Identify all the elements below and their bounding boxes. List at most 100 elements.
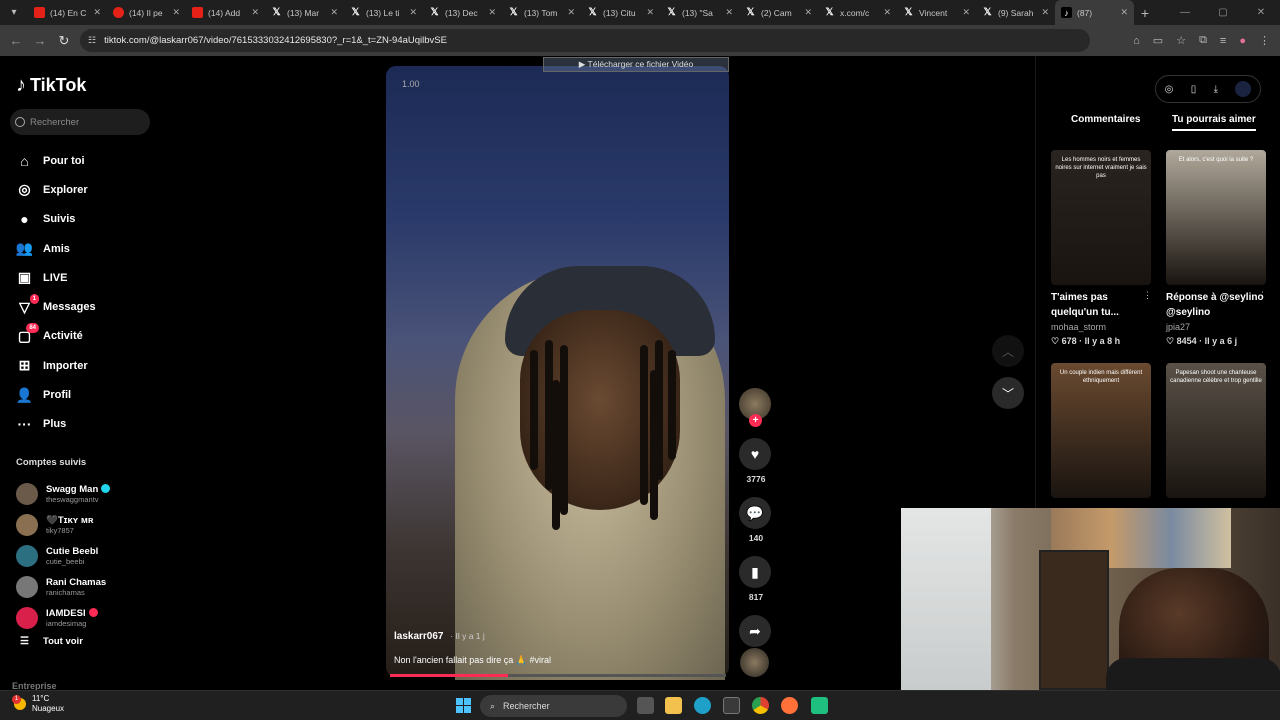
suggested-video-title[interactable]: T'aimes pas quelqu'un tu... <box>1051 290 1151 320</box>
tab-close-icon[interactable]: ✕ <box>883 7 891 18</box>
like-button[interactable]: ♥ <box>739 438 771 470</box>
task-view-icon[interactable] <box>637 697 654 714</box>
suggested-video-thumbnail[interactable]: Les hommes noirs et femmes noires sur in… <box>1051 150 1151 285</box>
browser-tab[interactable]: 𝕏x.com/c ✕ <box>818 0 897 25</box>
file-explorer-icon[interactable] <box>665 697 682 714</box>
video-username[interactable]: laskarr067 <box>394 631 444 642</box>
menu-icon[interactable]: ⋮ <box>1259 34 1270 47</box>
store-icon[interactable] <box>723 697 740 714</box>
followed-account[interactable]: IAMDESI iamdesimag <box>16 602 110 633</box>
previous-video-button[interactable]: ︿ <box>992 335 1024 367</box>
comment-button[interactable]: 💬 <box>739 497 771 529</box>
back-icon[interactable]: ← <box>4 33 28 48</box>
browser-tab[interactable]: 𝕏 (9) Sarah ✕ <box>976 0 1055 25</box>
translate-icon[interactable]: ⌂ <box>1133 35 1140 47</box>
suggested-video-thumbnail[interactable]: Papesan shoot une chanteuse canadienne c… <box>1166 363 1266 498</box>
browser-tab[interactable]: 𝕏 (13) Citu ✕ <box>581 0 660 25</box>
suggested-video-thumbnail[interactable]: Et alors, c'est quoi la suite ? <box>1166 150 1266 285</box>
cast-icon[interactable]: ▭ <box>1153 34 1163 47</box>
save-button[interactable]: ▮ <box>739 556 771 588</box>
user-avatar[interactable] <box>1235 81 1252 97</box>
tab-comments[interactable]: Commentaires <box>1071 114 1140 125</box>
sidebar-item-explorer[interactable]: ◎ Explorer <box>15 175 96 204</box>
minimize-icon[interactable]: — <box>1166 0 1204 25</box>
tab-close-icon[interactable]: ✕ <box>330 7 338 18</box>
creator-avatar[interactable]: + <box>739 388 771 427</box>
more-options-icon[interactable]: ⋮ <box>1258 290 1267 301</box>
tiktok-logo[interactable]: ♪ TikTok <box>16 74 86 97</box>
search-input[interactable]: Rechercher <box>10 109 150 135</box>
more-options-icon[interactable]: ⋮ <box>1143 290 1152 301</box>
tab-close-icon[interactable]: ✕ <box>567 7 575 18</box>
browser-tab[interactable]: (14) En C ✕ <box>28 0 107 25</box>
edge-icon[interactable] <box>694 697 711 714</box>
followed-account[interactable]: Cutie Beebl cutie_beebi <box>16 540 110 571</box>
sidebar-item-profil[interactable]: 👤 Profil <box>15 380 96 409</box>
start-button[interactable] <box>456 698 471 713</box>
browser-tab[interactable]: 𝕏 (13) Le ti ✕ <box>344 0 423 25</box>
tab-close-icon[interactable]: ✕ <box>804 7 812 18</box>
tab-close-icon[interactable]: ✕ <box>488 7 496 18</box>
tab-suggestions[interactable]: Tu pourrais aimer <box>1172 114 1256 131</box>
followed-account[interactable]: Swagg Man theswaggmantv <box>16 478 111 509</box>
download-video-banner[interactable]: ▶ Télécharger ce fichier Vidéo <box>543 57 729 72</box>
browser-tab[interactable]: 𝕏 (13) Dec ✕ <box>423 0 502 25</box>
followed-account[interactable]: Rani Chamas ranichamas <box>16 571 110 602</box>
compass-icon[interactable]: ◎ <box>1165 84 1174 95</box>
sidebar-item-amis[interactable]: 👥 Amis <box>15 234 96 263</box>
tab-close-icon[interactable]: ✕ <box>646 7 654 18</box>
browser-tab[interactable]: ♪ (87) ✕ <box>1055 0 1134 25</box>
browser-tab[interactable]: 𝕏 (2) Cam ✕ <box>739 0 818 25</box>
bookmark-star-icon[interactable]: ☆ <box>1176 34 1186 47</box>
browser-tab[interactable]: 𝕏 (13) Tom ✕ <box>502 0 581 25</box>
new-tab-button[interactable]: + <box>1134 5 1156 21</box>
forward-icon[interactable]: → <box>28 33 52 48</box>
browser-tab[interactable]: (14) Il pe ✕ <box>107 0 186 25</box>
next-video-button[interactable]: ﹀ <box>992 377 1024 409</box>
playback-speed[interactable]: 1.00 <box>402 79 420 89</box>
phone-icon[interactable]: ▯ <box>1191 84 1197 95</box>
close-window-icon[interactable]: ✕ <box>1242 0 1280 25</box>
video-progress-bar[interactable] <box>390 674 726 677</box>
browser-tab[interactable]: (14) Add ✕ <box>186 0 265 25</box>
follow-plus-icon[interactable]: + <box>749 414 762 427</box>
tab-close-icon[interactable]: ✕ <box>409 7 417 18</box>
taskbar-search[interactable]: ⌕ Rechercher <box>480 695 627 717</box>
suggested-video-user[interactable]: jpia27 <box>1166 322 1190 332</box>
sidebar-item-pourtoi[interactable]: ⌂ Pour toi <box>15 146 96 175</box>
browser-tab[interactable]: 𝕏 Vincent ✕ <box>897 0 976 25</box>
suggested-video-user[interactable]: mohaa_storm <box>1051 322 1106 332</box>
sound-disc-icon[interactable] <box>740 648 769 677</box>
sidebar-item-plus[interactable]: ··· Plus <box>15 410 96 439</box>
tab-close-icon[interactable]: ✕ <box>251 7 259 18</box>
profile-icon[interactable]: ● <box>1239 35 1246 47</box>
chrome-icon[interactable] <box>752 697 769 714</box>
weather-widget[interactable]: 1 11°C Nuageux <box>12 694 64 714</box>
tab-close-icon[interactable]: ✕ <box>93 7 101 18</box>
tab-close-icon[interactable]: ✕ <box>1120 7 1128 18</box>
sidebar-item-suivis[interactable]: ● Suivis <box>15 205 96 234</box>
extensions-icon[interactable]: ⧉ <box>1199 34 1207 47</box>
suggested-video-title[interactable]: Réponse à @seylino @seylino <box>1166 290 1266 320</box>
firefox-icon[interactable] <box>781 697 798 714</box>
address-bar[interactable]: ☷ tiktok.com/@laskarr067/video/761533303… <box>80 29 1090 52</box>
tab-search-icon[interactable]: ▾ <box>0 0 28 25</box>
browser-tab[interactable]: 𝕏 (13) Mar ✕ <box>265 0 344 25</box>
sidebar-item-live[interactable]: ▣ LIVE <box>15 263 96 292</box>
see-all-button[interactable]: ☰ Tout voir <box>20 636 83 647</box>
suggested-video-thumbnail[interactable]: Un couple indien mais différent ethnique… <box>1051 363 1151 498</box>
tab-close-icon[interactable]: ✕ <box>1041 7 1049 18</box>
app-icon[interactable] <box>811 697 828 714</box>
sidebar-item-importer[interactable]: ⊞ Importer <box>15 351 96 380</box>
sidebar-item-messages[interactable]: ▽ 1 Messages <box>15 292 96 321</box>
download-icon[interactable]: ⤓ <box>1214 84 1218 95</box>
reload-icon[interactable]: ↻ <box>52 33 76 49</box>
tab-close-icon[interactable]: ✕ <box>172 7 180 18</box>
site-info-icon[interactable]: ☷ <box>88 35 96 46</box>
browser-tab[interactable]: 𝕏 (13) "Sa ✕ <box>660 0 739 25</box>
tab-close-icon[interactable]: ✕ <box>725 7 733 18</box>
sidebar-item-activit[interactable]: ▢ 84 Activité <box>15 322 96 351</box>
share-button[interactable]: ➦ <box>739 615 771 647</box>
followed-account[interactable]: 🖤Tɪᴋʏ ᴍʀ tiky7857 <box>16 509 110 540</box>
tab-close-icon[interactable]: ✕ <box>962 7 970 18</box>
